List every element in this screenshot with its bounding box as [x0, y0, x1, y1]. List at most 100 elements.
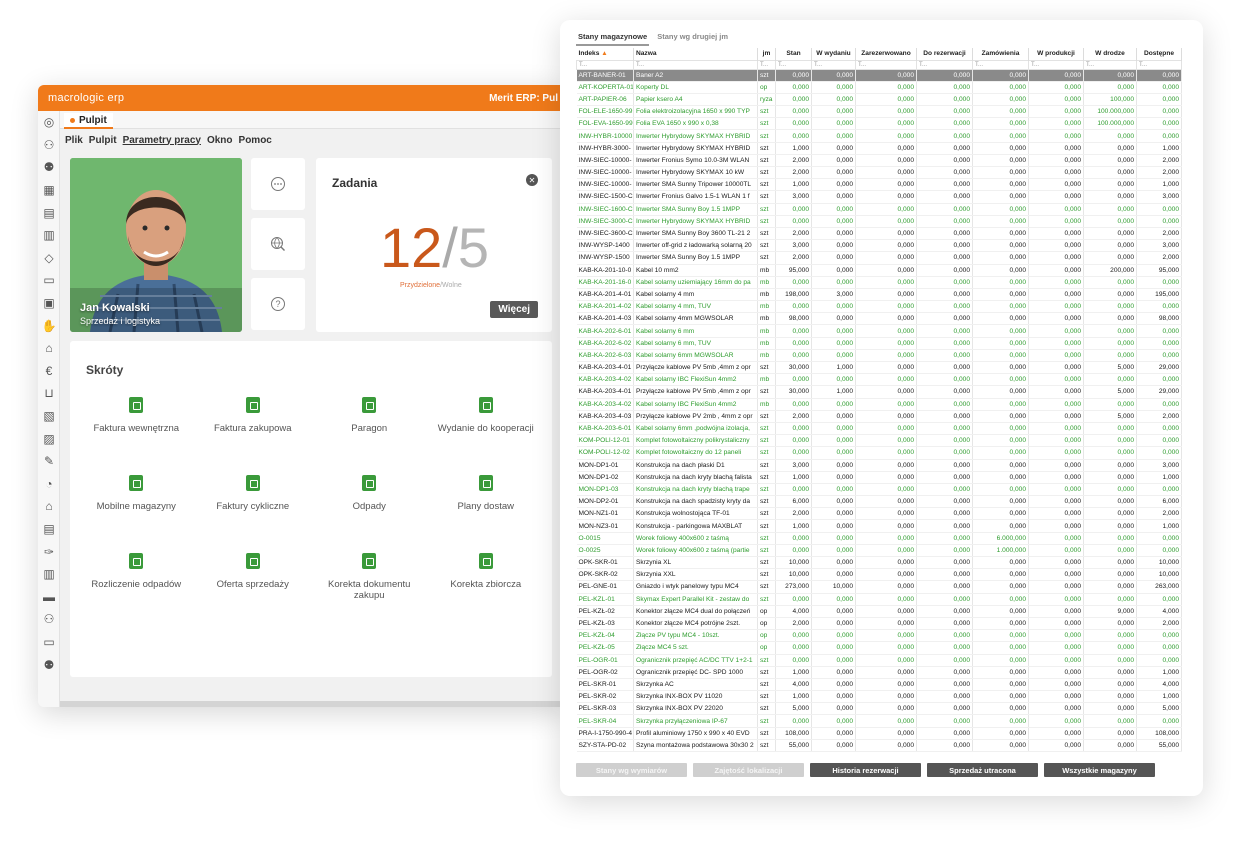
table-row[interactable]: INW-SIEC-3600-C Inwerter SMA Sunny Boy 36… [576, 227, 1182, 241]
action-button[interactable]: Historia rezerwacji [810, 763, 921, 777]
table-row[interactable]: INW-WYSP-1400 Inwerter off-grid z ładowar… [576, 239, 1182, 253]
table-row[interactable]: PEL-SKR-03 Skrzynka INX-BOX PV 22020 szt 5,… [576, 702, 1182, 716]
tab-pulpit[interactable]: Pulpit [64, 113, 113, 129]
table-row[interactable]: PEL-SKR-02 Skrzynka INX-BOX PV 11020 szt 1,… [576, 690, 1182, 704]
bag-icon[interactable]: ◔ [38, 473, 60, 496]
sort-asc-icon[interactable]: ▲ [599, 50, 607, 57]
shortcut-item[interactable]: Plany dostaw [428, 475, 545, 553]
shortcut-item[interactable]: Oferta sprzedaży [195, 553, 312, 631]
column-header[interactable]: Zarezerwowano [855, 48, 917, 60]
shortcut-item[interactable]: Mobilne magazyny [78, 475, 195, 553]
shortcut-item[interactable]: Faktura wewnętrzna [78, 397, 195, 475]
column-header[interactable]: W wydaniu [811, 48, 856, 60]
table-row[interactable]: KAB-KA-201-4-01 Kabel solarny 4 mm mb 198,0… [576, 288, 1182, 302]
table-row[interactable]: KAB-KA-201-10-0 Kabel 10 mm2 mb 95,000 0,000… [576, 264, 1182, 277]
table-row[interactable]: KOM-POLI-12-02 Komplet fotowoltaiczny do … [576, 446, 1182, 460]
table-row[interactable]: KAB-KA-202-6-03 Kabel solarny 6mm MGWSOLA… [576, 349, 1182, 363]
web-search-button[interactable] [251, 218, 305, 270]
table-row[interactable]: PEL-KZL-01 Skymax Expert Parallel Kit - z… [576, 593, 1182, 606]
table-row[interactable]: KAB-KA-203-4-02 Kabel solarny IBC FlexiSu… [576, 398, 1182, 411]
table-row[interactable]: PEL-SKR-04 Skrzynka przyłączeniowa IP-67 s… [576, 714, 1182, 728]
action-button[interactable]: Stany wg wymiarów [576, 763, 687, 777]
table-row[interactable]: INW-SIEC-1500-C Inwerter Fronius Galvo 1.… [576, 190, 1182, 204]
table-row[interactable]: KAB-KA-202-6-01 Kabel solarny 6 mm mb 0,000… [576, 324, 1182, 338]
profile-card[interactable]: Jan Kowalski Sprzedaż i logistyka [70, 158, 242, 332]
clipboard-icon[interactable]: ▣ [38, 292, 60, 315]
column-filter[interactable]: T... [916, 59, 973, 70]
table-row[interactable]: MON-DP1-01 Konstrukcja na dach płaski D1 s… [576, 459, 1182, 472]
column-header[interactable]: Dostępne [1136, 48, 1182, 60]
table-row[interactable]: O-0025 Worek foliowy 400x600 z taśmą (par… [576, 544, 1182, 558]
column-header[interactable]: Do rezerwacji [916, 48, 973, 60]
table-row[interactable]: FOL-ELE-1650-99 Folia elektroizolacyjna 1… [576, 105, 1182, 119]
table-row[interactable]: PEL-KZŁ-05 Złącze MC4 5 szt. op 0,000 0,000 0… [576, 641, 1182, 655]
table-row[interactable]: MON-DP1-03 Konstrukcja na dach kryty blac… [576, 483, 1182, 497]
person-icon[interactable]: ⚇ [38, 608, 60, 631]
table-row[interactable]: PEL-KZŁ-03 Konektor złącze MC4 potrójne 2… [576, 617, 1182, 631]
table-row[interactable]: FOL-EVA-1650-99 Folia EVA 1650 x 990 x 0,… [576, 117, 1182, 131]
trash-icon[interactable]: ▥ [38, 563, 60, 586]
user-icon[interactable]: ⚉ [38, 156, 60, 179]
truck-icon[interactable]: ▬ [38, 585, 60, 608]
documents-icon[interactable]: ▧ [38, 405, 60, 428]
horizontal-scrollbar[interactable] [60, 701, 568, 707]
column-filter[interactable]: T... [1136, 59, 1182, 70]
table-row[interactable]: KAB-KA-201-16-0 Kabel solarny uziemiający… [576, 276, 1182, 289]
table-row[interactable]: PEL-SKR-01 Skrzynka AC szt 4,000 0,000 0,000 0… [576, 678, 1182, 692]
warehouse-icon[interactable]: ⌂ [38, 495, 60, 518]
column-header[interactable]: Zamówienia [972, 48, 1029, 60]
table-row[interactable]: PEL-OGR-02 Ogranicznik przepięć DC- SPD 1… [576, 666, 1182, 679]
shortcut-item[interactable]: Wydanie do kooperacji [428, 397, 545, 475]
menu-pomoc[interactable]: Pomoc [238, 135, 273, 146]
table-row[interactable]: KOM-POLI-12-01 Komplet fotowoltaiczny pol… [576, 434, 1182, 448]
table-row[interactable]: MON-NZ1-01 Konstrukcja wolnostojąca TF-01… [576, 507, 1182, 521]
table-row[interactable]: KAB-KA-203-6-01 Kabel solarny 6mm ,podwój… [576, 422, 1182, 436]
table-row[interactable]: KAB-KA-203-4-02 Kabel solarny IBC FlexiSu… [576, 373, 1182, 387]
column-header[interactable]: W produkcji [1028, 48, 1084, 60]
table-row[interactable]: PEL-GNE-01 Gniazdo i wtyk panelowy typu M… [576, 580, 1182, 594]
tools-icon[interactable]: ✎ [38, 450, 60, 473]
more-button[interactable]: Więcej [490, 301, 538, 318]
table-icon[interactable]: ▥ [38, 224, 60, 247]
table-row[interactable]: O-0015 Worek foliowy 400x600 z taśmą szt 0,… [576, 532, 1182, 545]
table-row[interactable]: PRA-I-1750-990-4 Profil aluminiowy 1750 x… [576, 727, 1182, 740]
shortcut-item[interactable]: Faktura zakupowa [195, 397, 312, 475]
column-filter[interactable]: T... [855, 59, 917, 70]
shortcut-item[interactable]: Odpady [311, 475, 428, 553]
messages-button[interactable] [251, 158, 305, 210]
column-header[interactable]: Indeks ▲ [576, 48, 634, 60]
calculator-grid-icon[interactable]: ▦ [38, 179, 60, 202]
table-row[interactable]: KAB-KA-203-4-01 Przyłącze kablowe PV 5mb … [576, 361, 1182, 375]
document-icon[interactable]: ▤ [38, 201, 60, 224]
table-row[interactable]: KAB-KA-201-4-03 Kabel solarny 4mm MGWSOLA… [576, 312, 1182, 326]
help-button[interactable]: ? [251, 278, 305, 330]
network-icon[interactable]: ◎ [38, 111, 60, 134]
people-icon[interactable]: ⚇ [38, 134, 60, 157]
action-button[interactable]: Wszystkie magazyny [1044, 763, 1155, 777]
table-row[interactable]: KAB-KA-201-4-02 Kabel solarny 4 mm, TUV mb… [576, 300, 1182, 314]
shortcut-item[interactable]: Paragon [311, 397, 428, 475]
shortcut-item[interactable]: Korekta dokumentu zakupu [311, 553, 428, 631]
table-row[interactable]: INW-SIEC-10000- Inwerter Hybrydowy SKYMAX… [576, 166, 1182, 180]
shortcut-item[interactable]: Rozliczenie odpadów [78, 553, 195, 631]
column-filter[interactable]: T... [633, 59, 758, 70]
invoice-icon[interactable]: ▤ [38, 518, 60, 541]
table-row[interactable]: KAB-KA-203-4-03 Przyłącze kablowe PV 2mb … [576, 410, 1182, 423]
table-row[interactable]: KAB-KA-202-6-02 Kabel solarny 6 mm, TUV mb… [576, 337, 1182, 350]
table-row[interactable]: KAB-KA-203-4-01 Przyłącze kablowe PV 5mb … [576, 385, 1182, 399]
table-row[interactable]: INW-SIEC-10000- Inwerter Fronius Symo 10.… [576, 154, 1182, 168]
tab-stany-druga-jm[interactable]: Stany wg drugiej jm [655, 32, 730, 46]
table-row[interactable]: INW-HYBR-10000 Inwerter Hybrydowy SKYMAX … [576, 129, 1182, 143]
table-row[interactable]: OPK-SKR-01 Skrzynia XL szt 10,000 0,000 0,000… [576, 556, 1182, 570]
table-row[interactable]: MON-DP2-01 Konstrukcja na dach spadzisty … [576, 495, 1182, 509]
basket-icon[interactable]: ⊔ [38, 382, 60, 405]
table-row[interactable]: MON-DP1-02 Konstrukcja na dach kryty blac… [576, 471, 1182, 484]
column-filter[interactable]: T... [1028, 59, 1084, 70]
action-button[interactable]: Zajętość lokalizacji [693, 763, 804, 777]
table-row[interactable]: PEL-KZŁ-04 Złącze PV typu MC4 - 10szt. op 0… [576, 629, 1182, 643]
table-row[interactable]: PEL-KZŁ-02 Konektor złącze MC4 dual do po… [576, 605, 1182, 618]
column-filter[interactable]: T... [576, 59, 634, 70]
handshake-icon[interactable]: ✋ [38, 314, 60, 337]
column-header[interactable]: Stan [775, 48, 812, 60]
wrench-icon[interactable]: ✑ [38, 540, 60, 563]
